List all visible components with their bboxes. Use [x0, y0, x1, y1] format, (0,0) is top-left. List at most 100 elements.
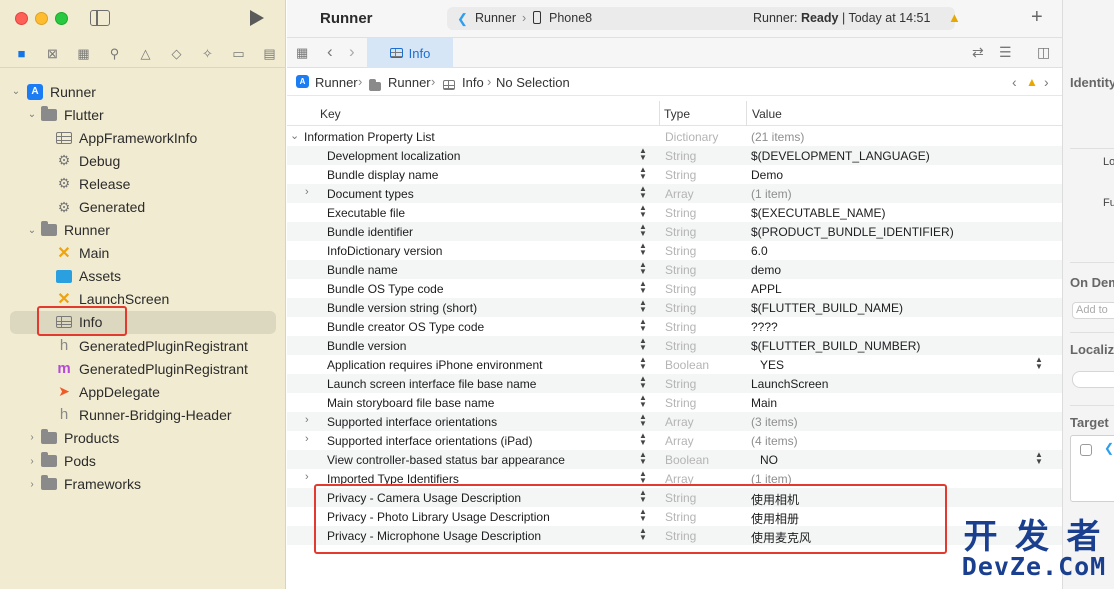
related-items-grid-icon[interactable]: ▦	[296, 45, 308, 61]
plist-row[interactable]: Launch screen interface file base name ▲ ▼…	[287, 374, 1062, 393]
plist-row[interactable]: Bundle creator OS Type code ▲ ▼ String????	[287, 317, 1062, 336]
editor-options-lines-icon[interactable]: ☰	[999, 44, 1012, 61]
find-navigator-search-icon[interactable]: ⚲	[99, 43, 130, 65]
tree-item-appdelegate[interactable]: ➤ AppDelegate	[0, 380, 286, 403]
close-window-button[interactable]	[15, 12, 28, 25]
plist-value[interactable]: (1 item)	[751, 187, 792, 201]
key-stepper-icon[interactable]: ▲ ▼	[639, 413, 647, 428]
chevron-right-icon[interactable]: ›	[305, 433, 309, 445]
tree-item-main-storyboard[interactable]: ✕ Main	[0, 242, 286, 265]
test-navigator-diamond-icon[interactable]: ◇	[161, 43, 192, 65]
tree-item-appframeworkinfo[interactable]: AppFrameworkInfo	[0, 126, 286, 149]
key-stepper-icon[interactable]: ▲ ▼	[639, 242, 647, 257]
plist-value[interactable]: (3 items)	[751, 415, 798, 429]
debug-navigator-icon[interactable]: ✧	[192, 43, 223, 65]
plist-row[interactable]: InfoDictionary version ▲ ▼ String 6.0	[287, 241, 1062, 260]
plist-value[interactable]: Main	[751, 396, 777, 410]
column-value-header[interactable]: Value	[752, 107, 782, 121]
column-type-header[interactable]: Type	[664, 107, 690, 121]
breadcrumb-item[interactable]: No Selection	[496, 75, 570, 90]
tags-input[interactable]: Add to	[1072, 302, 1114, 319]
chevron-down-icon[interactable]: ⌄	[27, 225, 37, 236]
plist-value[interactable]: $(EXECUTABLE_NAME)	[751, 206, 885, 220]
plist-value[interactable]: $(PRODUCT_BUNDLE_IDENTIFIER)	[751, 225, 954, 239]
tree-item-products[interactable]: › Products	[0, 426, 286, 449]
plist-row[interactable]: › Supported interface orientations (iPad)…	[287, 431, 1062, 450]
report-navigator-icon[interactable]: ▤	[254, 43, 285, 65]
key-stepper-icon[interactable]: ▲ ▼	[639, 261, 647, 276]
previous-issue-chevron-icon[interactable]: ‹	[1012, 74, 1017, 90]
plist-row[interactable]: Development localization ▲ ▼ String $(DEVELO…	[287, 146, 1062, 165]
plist-row[interactable]: Application requires iPhone environment ▲…	[287, 355, 1062, 374]
tree-item-generatedpluginregistrant-h[interactable]: h GeneratedPluginRegistrant	[0, 334, 286, 357]
column-divider[interactable]	[746, 101, 747, 126]
key-stepper-icon[interactable]: ▲ ▼	[639, 204, 647, 219]
plist-value[interactable]: demo	[751, 263, 781, 277]
key-stepper-icon[interactable]: ▲ ▼	[639, 185, 647, 200]
plist-value-popup[interactable]: NO	[760, 453, 778, 467]
chevron-down-icon[interactable]: ⌄	[11, 86, 21, 97]
chevron-down-icon[interactable]: ⌄	[27, 109, 37, 120]
key-stepper-icon[interactable]: ▲ ▼	[639, 318, 647, 333]
scheme-device[interactable]: Phone8	[549, 11, 592, 25]
plist-row[interactable]: Bundle OS Type code ▲ ▼ String APPL	[287, 279, 1062, 298]
tree-item-flutter-group[interactable]: ⌄ Flutter	[0, 103, 286, 126]
key-stepper-icon[interactable]: ▲ ▼	[639, 356, 647, 371]
swap-arrows-icon[interactable]: ⇄	[972, 44, 984, 61]
tree-item-runner-project[interactable]: ⌄ A Runner	[0, 80, 286, 103]
key-stepper-icon[interactable]: ▲ ▼	[639, 280, 647, 295]
source-control-icon[interactable]: ⊠	[37, 43, 68, 65]
breadcrumb-item[interactable]: Runner	[388, 75, 431, 90]
breakpoint-navigator-icon[interactable]: ▭	[223, 43, 254, 65]
tree-item-generatedpluginregistrant-m[interactable]: m GeneratedPluginRegistrant	[0, 357, 286, 380]
plist-value[interactable]: (4 items)	[751, 434, 798, 448]
tree-item-pods[interactable]: › Pods	[0, 450, 286, 473]
key-stepper-icon[interactable]: ▲ ▼	[639, 470, 647, 485]
plist-row[interactable]: Bundle name ▲ ▼ String demo	[287, 260, 1062, 279]
tab-info[interactable]: Info	[367, 38, 453, 68]
plist-row[interactable]: Bundle version string (short) ▲ ▼ String $(F…	[287, 298, 1062, 317]
key-stepper-icon[interactable]: ▲ ▼	[639, 375, 647, 390]
key-stepper-icon[interactable]: ▲ ▼	[639, 166, 647, 181]
symbol-navigator-icon[interactable]: ▦	[68, 43, 99, 65]
breadcrumb-item[interactable]: Runner	[315, 75, 358, 90]
tree-item-release[interactable]: ⚙ Release	[0, 172, 286, 195]
popup-chevron-icon[interactable]: ▲ ▼	[1035, 451, 1043, 466]
chevron-right-icon[interactable]: ›	[305, 471, 309, 483]
forward-chevron-icon[interactable]: ›	[349, 42, 355, 62]
key-stepper-icon[interactable]: ▲ ▼	[639, 394, 647, 409]
plist-value[interactable]: Demo	[751, 168, 783, 182]
plist-value[interactable]: $(FLUTTER_BUILD_NAME)	[751, 301, 903, 315]
chevron-right-icon[interactable]: ›	[305, 414, 309, 426]
split-editor-icon[interactable]: ◫	[1037, 44, 1050, 61]
scheme-target[interactable]: Runner	[475, 11, 516, 25]
plist-value[interactable]: $(DEVELOPMENT_LANGUAGE)	[751, 149, 930, 163]
chevron-right-icon[interactable]: ›	[305, 186, 309, 198]
plist-value[interactable]: APPL	[751, 282, 782, 296]
plist-value-popup[interactable]: YES	[760, 358, 784, 372]
plist-row[interactable]: › Document types ▲ ▼ Array (1 item)	[287, 184, 1062, 203]
tree-item-bridging-header[interactable]: h Runner-Bridging-Header	[0, 403, 286, 426]
column-divider[interactable]	[659, 101, 660, 126]
target-checkbox[interactable]	[1080, 444, 1092, 456]
warning-icon[interactable]: ▲	[948, 10, 961, 25]
chevron-right-icon[interactable]: ›	[27, 456, 37, 467]
issue-navigator-warning-icon[interactable]: △	[130, 43, 161, 65]
plist-root-row[interactable]: ⌄ Information Property List Dictionary (…	[287, 127, 1062, 146]
chevron-right-icon[interactable]: ›	[27, 479, 37, 490]
plist-value[interactable]: 6.0	[751, 244, 768, 258]
tree-item-debug[interactable]: ⚙ Debug	[0, 149, 286, 172]
plist-value[interactable]: ????	[751, 320, 778, 334]
localize-button[interactable]	[1072, 371, 1114, 388]
column-key-header[interactable]: Key	[320, 107, 341, 121]
tree-item-assets[interactable]: Assets	[0, 265, 286, 288]
key-stepper-icon[interactable]: ▲ ▼	[639, 223, 647, 238]
add-library-plus-icon[interactable]: +	[1031, 6, 1043, 29]
zoom-window-button[interactable]	[55, 12, 68, 25]
plist-row[interactable]: Executable file ▲ ▼ String $(EXECUTABLE_NAME…	[287, 203, 1062, 222]
popup-chevron-icon[interactable]: ▲ ▼	[1035, 356, 1043, 371]
plist-row[interactable]: Main storyboard file base name ▲ ▼ String Ma…	[287, 393, 1062, 412]
plist-row[interactable]: › Supported interface orientations ▲ ▼ Array…	[287, 412, 1062, 431]
tree-item-runner-group[interactable]: ⌄ Runner	[0, 219, 286, 242]
next-issue-chevron-icon[interactable]: ›	[1044, 74, 1049, 90]
